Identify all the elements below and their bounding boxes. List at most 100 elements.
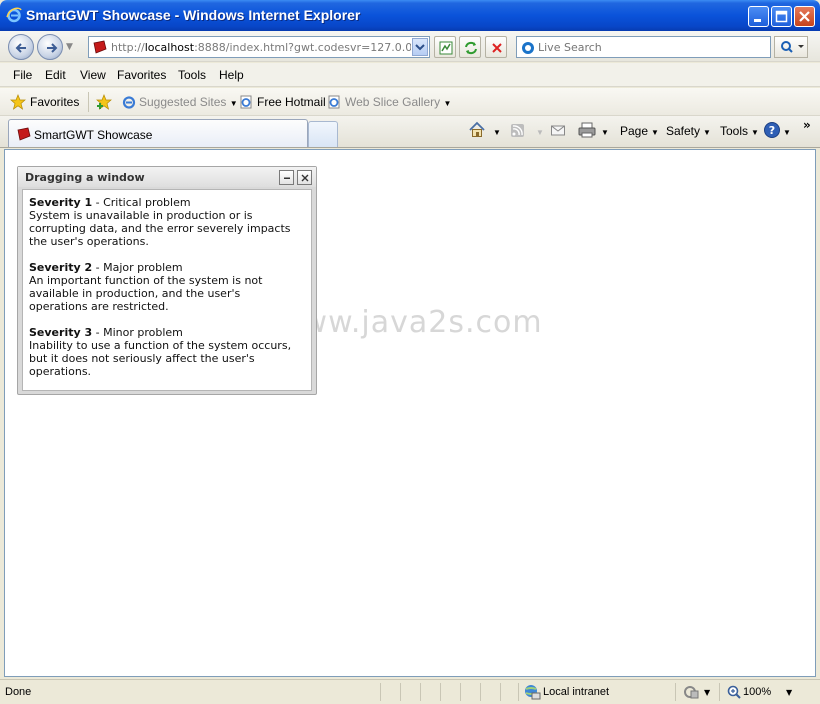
severity-line: the user's operations. (29, 235, 149, 248)
menu-edit[interactable]: Edit (45, 68, 66, 82)
favorites-button[interactable]: Favorites (30, 95, 79, 109)
page-menu[interactable]: Page ▼ (620, 124, 659, 138)
drag-window[interactable]: Dragging a window Severity 1 - Critical … (17, 166, 317, 395)
read-mail-icon[interactable] (550, 121, 567, 139)
status-bar: Done Local intranet ▼ 100% ▼ (0, 679, 820, 704)
site-favicon-icon (17, 127, 31, 141)
close-button[interactable] (794, 6, 815, 27)
drag-window-close-button[interactable] (297, 170, 312, 185)
home-icon[interactable] (468, 121, 486, 139)
free-hotmail-link[interactable]: Free Hotmail (257, 95, 326, 109)
ie-logo-icon (6, 7, 22, 23)
close-icon (301, 174, 309, 182)
more-commands-chevron-icon[interactable]: » (803, 118, 811, 132)
svg-text:?: ? (769, 124, 775, 137)
address-toolbar: ▼ http://localhost:8888/index.html?gwt.c… (0, 31, 820, 62)
help-dropdown-icon[interactable]: ▼ (780, 124, 791, 138)
web-slice-page-icon (328, 95, 340, 109)
back-button[interactable] (8, 34, 34, 60)
print-dropdown-icon[interactable]: ▼ (598, 124, 609, 138)
feeds-icon[interactable] (510, 121, 526, 139)
minimize-icon (284, 177, 290, 179)
web-slice-gallery-link[interactable]: Web Slice Gallery ▼ (345, 95, 451, 109)
ie-page-icon (122, 96, 136, 109)
status-divider (420, 683, 421, 701)
maximize-icon (775, 10, 788, 23)
tab-bar: SmartGWT Showcase ▼ ▼ ▼ Page ▼ Safety ▼ To… (0, 116, 820, 148)
search-input[interactable] (538, 39, 766, 55)
compatibility-icon (439, 41, 453, 55)
status-text: Done (5, 686, 32, 698)
home-dropdown-icon[interactable]: ▼ (490, 124, 501, 138)
tools-menu[interactable]: Tools ▼ (720, 124, 759, 138)
status-divider (400, 683, 401, 701)
protected-mode-icon[interactable] (682, 684, 700, 700)
minimize-button[interactable] (748, 6, 769, 27)
favbar-divider (88, 92, 89, 112)
chevron-down-icon[interactable]: ▼ (704, 688, 710, 697)
zoom-icon[interactable] (726, 684, 742, 700)
severity-line: Inability to use a function of the syste… (29, 339, 292, 352)
status-divider (380, 683, 381, 701)
severity-3-block: Severity 3 - Minor problem Inability to … (29, 326, 309, 378)
refresh-button[interactable] (459, 36, 481, 58)
help-icon[interactable]: ? (763, 121, 781, 139)
status-divider (440, 683, 441, 701)
address-bar[interactable]: http://localhost:8888/index.html?gwt.cod… (88, 36, 430, 58)
close-icon (799, 11, 810, 22)
history-dropdown-icon[interactable]: ▼ (66, 42, 73, 52)
compatibility-view-button[interactable] (434, 36, 456, 58)
hotmail-page-icon (240, 95, 252, 109)
search-button[interactable] (774, 36, 808, 58)
severity-line: but it does not seriously affect the use… (29, 352, 255, 365)
live-search-logo-icon (522, 42, 534, 54)
drag-window-header[interactable]: Dragging a window (18, 167, 316, 187)
menu-favorites[interactable]: Favorites (117, 68, 166, 82)
tab-smartgwt-showcase[interactable]: SmartGWT Showcase (8, 119, 308, 147)
print-icon[interactable] (578, 121, 596, 139)
minimize-icon (754, 19, 761, 22)
window-title: SmartGWT Showcase - Windows Internet Exp… (26, 7, 361, 23)
new-tab-button[interactable] (308, 121, 338, 147)
intranet-zone-icon (525, 685, 541, 700)
severity-line: System is unavailable in production or i… (29, 209, 253, 222)
tab-label: SmartGWT Showcase (34, 128, 153, 142)
status-divider (460, 683, 461, 701)
address-url[interactable]: http://localhost:8888/index.html?gwt.cod… (111, 41, 411, 54)
menu-file[interactable]: File (13, 68, 32, 82)
status-divider (500, 683, 501, 701)
menu-bar: File Edit View Favorites Tools Help (0, 63, 820, 87)
status-divider (719, 683, 720, 701)
refresh-icon (465, 41, 477, 55)
status-divider (518, 683, 519, 701)
site-favicon-icon (93, 40, 107, 54)
address-dropdown-button[interactable] (412, 38, 428, 56)
drag-window-minimize-button[interactable] (279, 170, 294, 185)
back-arrow-icon (15, 43, 26, 53)
stop-button[interactable] (485, 36, 507, 58)
chevron-down-icon: ▼ (443, 99, 452, 108)
menu-tools[interactable]: Tools (178, 68, 206, 82)
title-bar[interactable]: SmartGWT Showcase - Windows Internet Exp… (0, 0, 820, 31)
zoom-level[interactable]: 100% (743, 686, 771, 698)
drag-window-body: Severity 1 - Critical problem System is … (22, 189, 312, 391)
severity-heading: Severity 3 - Minor problem (29, 326, 183, 339)
severity-line: available in production, and the user's (29, 287, 241, 300)
forward-button[interactable] (37, 34, 63, 60)
search-box[interactable] (516, 36, 771, 58)
security-zone-label[interactable]: Local intranet (543, 686, 609, 698)
page-content: www.java2s.com Dragging a window Severit… (4, 149, 816, 677)
maximize-button[interactable] (771, 6, 792, 27)
suggested-sites-link[interactable]: Suggested Sites ▼ (139, 95, 238, 109)
add-favorite-icon[interactable] (96, 94, 112, 110)
drag-window-title: Dragging a window (25, 171, 145, 184)
chevron-down-icon: ▼ (229, 99, 238, 108)
menu-view[interactable]: View (80, 68, 106, 82)
safety-menu[interactable]: Safety ▼ (666, 124, 711, 138)
severity-line: operations. (29, 365, 92, 378)
severity-line: corrupting data, and the error severely … (29, 222, 291, 235)
menu-help[interactable]: Help (219, 68, 244, 82)
feeds-dropdown-icon[interactable]: ▼ (533, 124, 544, 138)
zoom-dropdown-icon[interactable]: ▼ (786, 688, 792, 697)
forward-arrow-icon (47, 43, 58, 53)
